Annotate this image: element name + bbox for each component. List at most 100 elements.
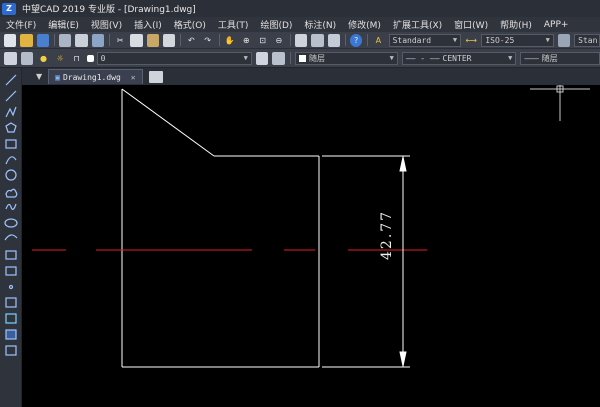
construction-line-icon (5, 90, 17, 102)
menu-view[interactable]: 视图(V) (91, 18, 122, 31)
dimension-value: 42.77 (379, 209, 395, 260)
gradient-icon (5, 313, 17, 324)
menu-window[interactable]: 窗口(W) (454, 18, 488, 31)
help-icon[interactable]: ? (349, 33, 363, 47)
point-icon (8, 284, 14, 290)
layer-previous-icon[interactable] (272, 51, 285, 65)
tab-drawing1[interactable]: ▣ Drawing1.dwg ✕ (48, 69, 143, 84)
sun-icon[interactable]: ☼ (54, 52, 67, 65)
zoom-window-icon[interactable]: ⊡ (256, 34, 268, 47)
match-properties-icon[interactable] (162, 33, 176, 47)
linear-dimension (322, 155, 410, 368)
new-tab-button[interactable] (148, 70, 163, 83)
draw-toolbar-icons (4, 74, 18, 356)
print-icon[interactable] (58, 33, 72, 47)
paste-icon[interactable] (146, 33, 159, 47)
menu-draw[interactable]: 绘图(D) (260, 18, 292, 31)
chevron-down-icon: ▼ (389, 54, 394, 62)
text-style-value: Standard (392, 35, 432, 45)
hatch-icon (5, 297, 17, 308)
lightbulb-icon[interactable]: ● (37, 52, 50, 65)
text-style-select[interactable]: Standard ▼ (388, 33, 462, 47)
layer-value: 0 (100, 53, 106, 63)
polyline-icon (5, 106, 17, 118)
revision-cloud-icon (5, 188, 18, 198)
copy-icon[interactable] (130, 33, 143, 47)
table-style-icon (557, 33, 571, 47)
linetype-value: CENTER (442, 53, 472, 63)
layer-toolbar: ● ☼ ⊓ 0 ▼ 随层 ▼ —— - —— CENTER ▼ ——— 随层 (0, 49, 600, 68)
toolbar-separator (290, 34, 292, 46)
menu-insert[interactable]: 插入(I) (134, 18, 162, 31)
app-logo-icon: Z (2, 2, 16, 15)
zoom-previous-icon[interactable]: ⊖ (273, 34, 285, 47)
design-center-icon[interactable] (311, 33, 324, 47)
chevron-down-icon: ▼ (243, 54, 248, 62)
toolbar-separator (345, 34, 346, 46)
toolbar-separator (218, 34, 220, 46)
line-icon (5, 74, 17, 86)
menu-file[interactable]: 文件(F) (6, 18, 36, 31)
menu-app-plus[interactable]: APP+ (544, 20, 569, 30)
ellipse-arc-icon (4, 234, 18, 241)
table-icon (5, 345, 17, 356)
drawing-canvas[interactable]: 42.77 (22, 85, 600, 407)
make-block-icon (5, 266, 17, 276)
menu-help[interactable]: 帮助(H) (500, 18, 532, 31)
menu-format[interactable]: 格式(O) (174, 18, 206, 31)
polygon-icon (5, 122, 17, 133)
toolbar-separator (289, 52, 291, 64)
redo-icon[interactable]: ↷ (201, 34, 213, 47)
print-preview-icon[interactable] (75, 33, 88, 47)
table-style-select[interactable]: Stan (574, 33, 600, 47)
menu-edit[interactable]: 编辑(E) (48, 18, 79, 31)
text-style-icon: A (375, 35, 382, 45)
layer-select[interactable]: 0 ▼ (96, 51, 252, 65)
tab-menu-arrow-icon[interactable]: ▼ (36, 72, 42, 81)
cut-icon[interactable]: ✂ (114, 34, 126, 47)
publish-icon[interactable] (91, 33, 104, 47)
draw-toolbar (0, 68, 22, 407)
new-file-icon[interactable] (4, 33, 17, 47)
properties-icon[interactable] (295, 33, 308, 47)
tool-palettes-icon[interactable] (327, 33, 340, 47)
menu-dimension[interactable]: 标注(N) (304, 18, 336, 31)
menu-extended-tools[interactable]: 扩展工具(X) (393, 18, 442, 31)
circle-icon (5, 169, 17, 181)
zoom-realtime-icon[interactable]: ⊕ (240, 34, 252, 47)
menu-tools[interactable]: 工具(T) (218, 18, 249, 31)
tab-label: Drawing1.dwg (62, 72, 121, 82)
linetype-select[interactable]: —— - —— CENTER ▼ (401, 51, 517, 65)
color-square-icon (86, 54, 94, 62)
color-value: 随层 (308, 53, 325, 63)
close-icon[interactable]: ✕ (131, 73, 136, 82)
toolbar-separator (180, 34, 182, 46)
save-icon[interactable] (36, 33, 49, 47)
lock-icon[interactable]: ⊓ (70, 52, 83, 65)
undo-icon[interactable]: ↶ (185, 34, 197, 47)
color-select[interactable]: 随层 ▼ (294, 51, 398, 65)
lineweight-value: 随层 (541, 53, 558, 63)
dimension-style-icon: ⟷ (465, 35, 477, 45)
lineweight-select[interactable]: ——— 随层 (520, 51, 600, 65)
toolbar-separator (367, 34, 369, 46)
pan-icon[interactable]: ✋ (224, 34, 236, 47)
layer-state-icon[interactable] (20, 51, 34, 65)
chevron-down-icon: ▼ (452, 36, 458, 44)
document-tab-bar: ▼ ▣ Drawing1.dwg ✕ (22, 68, 600, 85)
toolbar-separator (53, 34, 55, 46)
arc-icon (5, 156, 17, 165)
open-folder-icon[interactable] (20, 33, 33, 47)
ellipse-icon (4, 218, 18, 228)
layer-manager-icon[interactable] (4, 51, 17, 65)
table-style-value: Stan (578, 35, 598, 45)
insert-block-icon (5, 250, 17, 260)
color-swatch (298, 54, 306, 62)
window-title: 中望CAD 2019 专业版 - [Drawing1.dwg] (22, 5, 196, 15)
make-current-layer-icon[interactable] (255, 51, 269, 65)
menu-modify[interactable]: 修改(M) (348, 18, 381, 31)
drawing-svg (32, 85, 590, 368)
spline-icon (5, 203, 17, 210)
dimension-style-select[interactable]: ISO-25 ▼ (481, 33, 554, 47)
chevron-down-icon: ▼ (545, 36, 550, 44)
